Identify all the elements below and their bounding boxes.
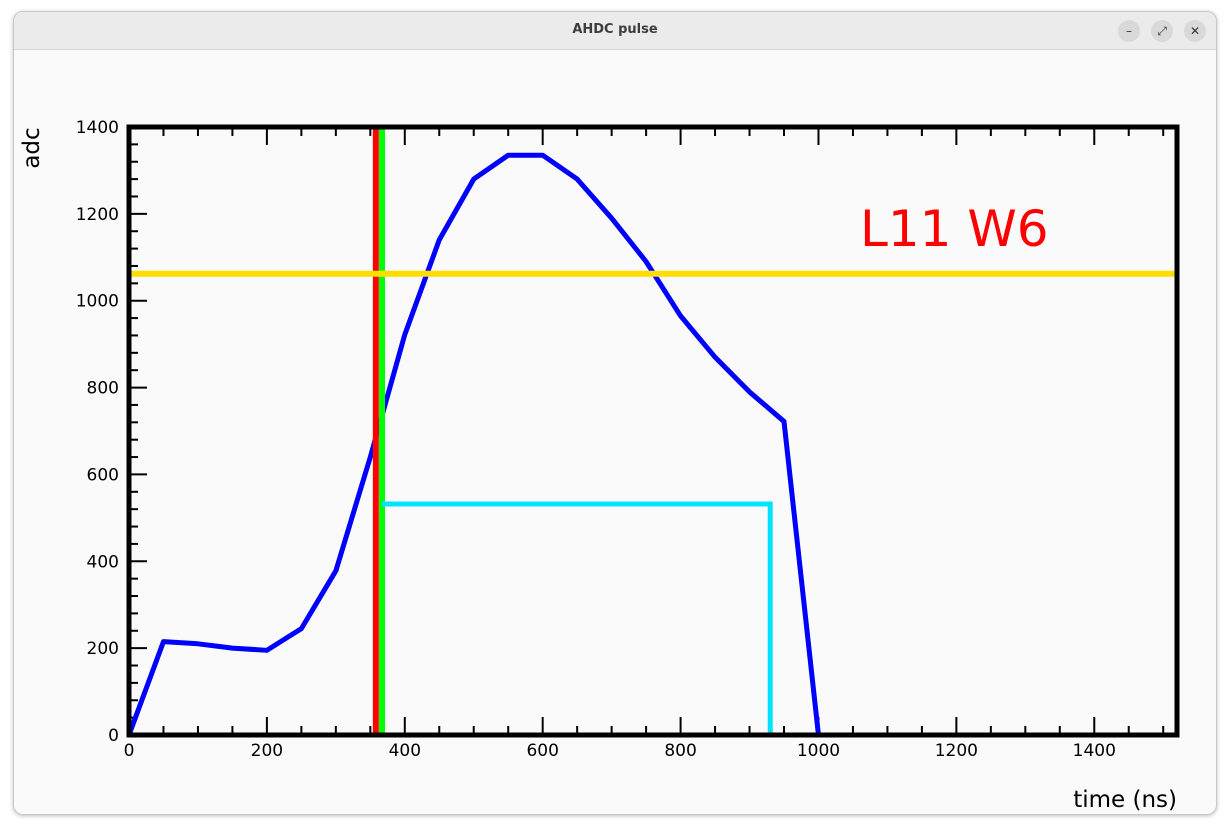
y-tick-label: 1400 <box>76 118 119 138</box>
y-tick-label: 200 <box>87 639 119 659</box>
y-axis-title: adc <box>19 127 45 168</box>
y-tick-label: 1000 <box>76 292 119 312</box>
x-axis-title: time (ns) <box>1073 787 1177 813</box>
x-tick-label: 1400 <box>1073 741 1116 761</box>
channel-annotation: L11 W6 <box>860 200 1049 258</box>
pulse-chart: 0 200 400 600 800 1000 1200 1400 0 200 400 600 800 10… <box>19 118 1180 813</box>
x-tick-label: 1000 <box>797 741 840 761</box>
x-tick-label: 1200 <box>935 741 978 761</box>
x-tick-label: 0 <box>124 741 135 761</box>
y-tick-label: 600 <box>87 465 119 485</box>
marker-width-box <box>382 501 773 735</box>
x-tick-label: 600 <box>526 741 558 761</box>
x-tick-label: 800 <box>664 741 696 761</box>
x-tick-label: 200 <box>251 741 283 761</box>
y-tick-label: 0 <box>108 726 119 746</box>
y-tick-label: 1200 <box>76 205 119 225</box>
y-tick-label: 800 <box>87 379 119 399</box>
y-tick-label: 400 <box>87 552 119 572</box>
x-tick-label: 400 <box>389 741 421 761</box>
